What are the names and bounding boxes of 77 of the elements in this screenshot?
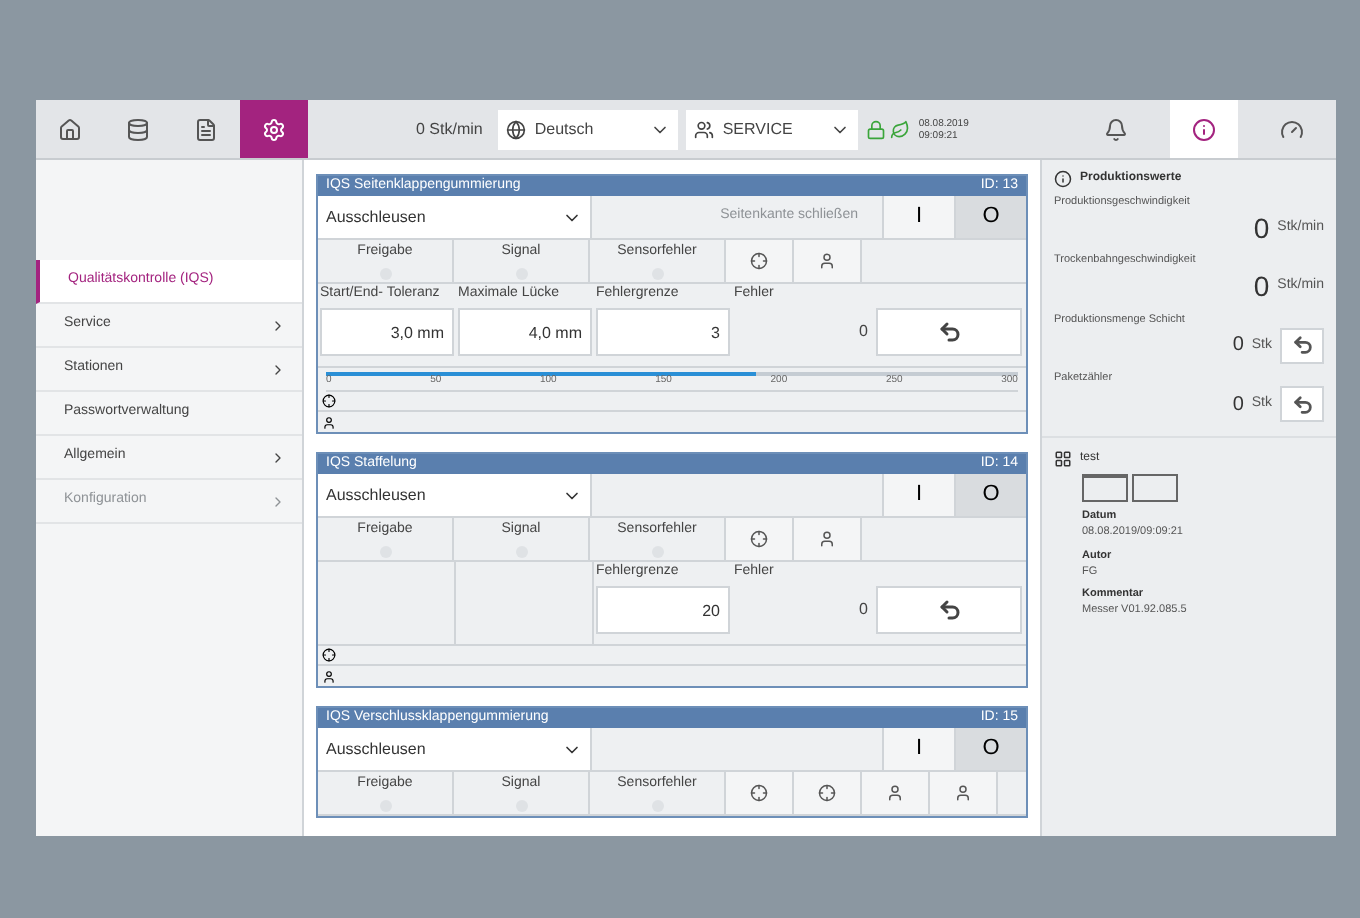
metric-value: 0 — [1253, 268, 1270, 306]
target-icon — [322, 648, 336, 662]
person-button[interactable] — [862, 772, 930, 814]
indicator-icon — [651, 545, 663, 557]
indicator-icon — [379, 799, 391, 811]
target-icon — [750, 784, 768, 802]
error-count: 0 — [857, 320, 870, 344]
chevron-icon — [270, 317, 286, 333]
reset-button[interactable] — [1280, 327, 1324, 364]
chevron-icon — [270, 361, 286, 377]
info-icon — [1192, 117, 1216, 141]
person-button[interactable] — [794, 240, 862, 282]
undo-icon — [1291, 334, 1313, 357]
value-field[interactable]: 20 — [596, 586, 730, 634]
person-icon — [322, 415, 336, 429]
person-icon — [818, 252, 836, 270]
target-button[interactable] — [726, 518, 794, 560]
value-field[interactable]: 4,0 mm — [458, 308, 592, 356]
chevron-icon — [270, 493, 286, 509]
value-field[interactable]: 3,0 mm — [320, 308, 454, 356]
gauge-icon — [1280, 117, 1304, 141]
bell-icon — [1104, 117, 1128, 141]
undo-icon — [937, 320, 961, 344]
switch-button[interactable]: I — [882, 728, 954, 770]
error-count: 0 — [857, 598, 870, 622]
person-icon — [818, 530, 836, 548]
target-button[interactable] — [726, 772, 794, 814]
globe-icon — [506, 119, 527, 139]
indicator-icon — [379, 545, 391, 557]
chevron-icon — [270, 449, 286, 465]
indicator-icon — [651, 267, 663, 279]
indicator-icon — [515, 799, 527, 811]
layout-icon — [1082, 474, 1178, 502]
mode-dropdown[interactable]: Ausschleusen — [318, 474, 592, 516]
value-field[interactable]: 3 — [596, 308, 730, 356]
target-icon — [750, 252, 768, 270]
switch-button[interactable]: I — [882, 474, 954, 516]
home-icon — [58, 117, 82, 141]
lock-icon — [866, 119, 887, 139]
person-icon — [886, 784, 904, 802]
person-button[interactable] — [794, 518, 862, 560]
mode-dropdown[interactable]: Ausschleusen — [318, 196, 592, 238]
mode-dropdown[interactable]: Ausschleusen — [318, 728, 592, 770]
switch-button[interactable]: O — [954, 196, 1026, 238]
language-dropdown[interactable]: Deutsch — [498, 109, 679, 149]
target-button[interactable] — [794, 772, 862, 814]
undo-icon — [1291, 393, 1313, 415]
grid-icon — [1054, 450, 1072, 468]
metric-value: 0 — [1232, 391, 1244, 419]
metric-value: 0 — [1232, 332, 1244, 361]
metric-value: 0 — [1253, 209, 1270, 248]
info-icon — [1054, 170, 1072, 188]
indicator-icon — [379, 267, 391, 279]
document-icon — [194, 117, 218, 141]
info-tab[interactable] — [1170, 100, 1238, 158]
switch-button[interactable]: I — [882, 196, 954, 238]
person-button[interactable] — [930, 772, 998, 814]
users-icon — [694, 119, 715, 139]
person-icon — [954, 784, 972, 802]
leaf-icon — [890, 119, 911, 139]
target-icon — [322, 394, 336, 408]
reset-button[interactable] — [1280, 386, 1324, 422]
target-button[interactable] — [726, 240, 794, 282]
indicator-icon — [651, 799, 663, 811]
switch-button[interactable]: O — [954, 728, 1026, 770]
switch-button[interactable]: O — [954, 474, 1026, 516]
gear-icon — [262, 117, 286, 141]
indicator-icon — [515, 267, 527, 279]
person-icon — [322, 669, 336, 683]
user-dropdown[interactable]: SERVICE — [686, 109, 859, 149]
indicator-icon — [515, 545, 527, 557]
target-icon — [818, 784, 836, 802]
gear-tab[interactable] — [240, 100, 308, 158]
database-icon — [126, 117, 150, 141]
speed-display: 0 Stk/min — [416, 117, 483, 141]
target-icon — [750, 530, 768, 548]
undo-icon — [937, 598, 961, 622]
